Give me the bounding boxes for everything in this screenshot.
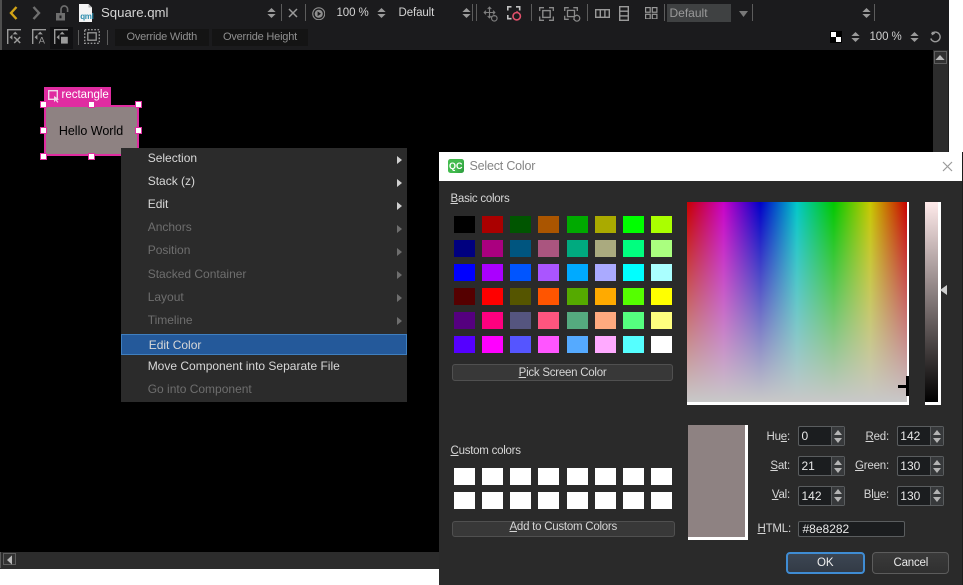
svg-text:qml: qml [80, 12, 93, 21]
svg-text:A: A [39, 36, 46, 44]
